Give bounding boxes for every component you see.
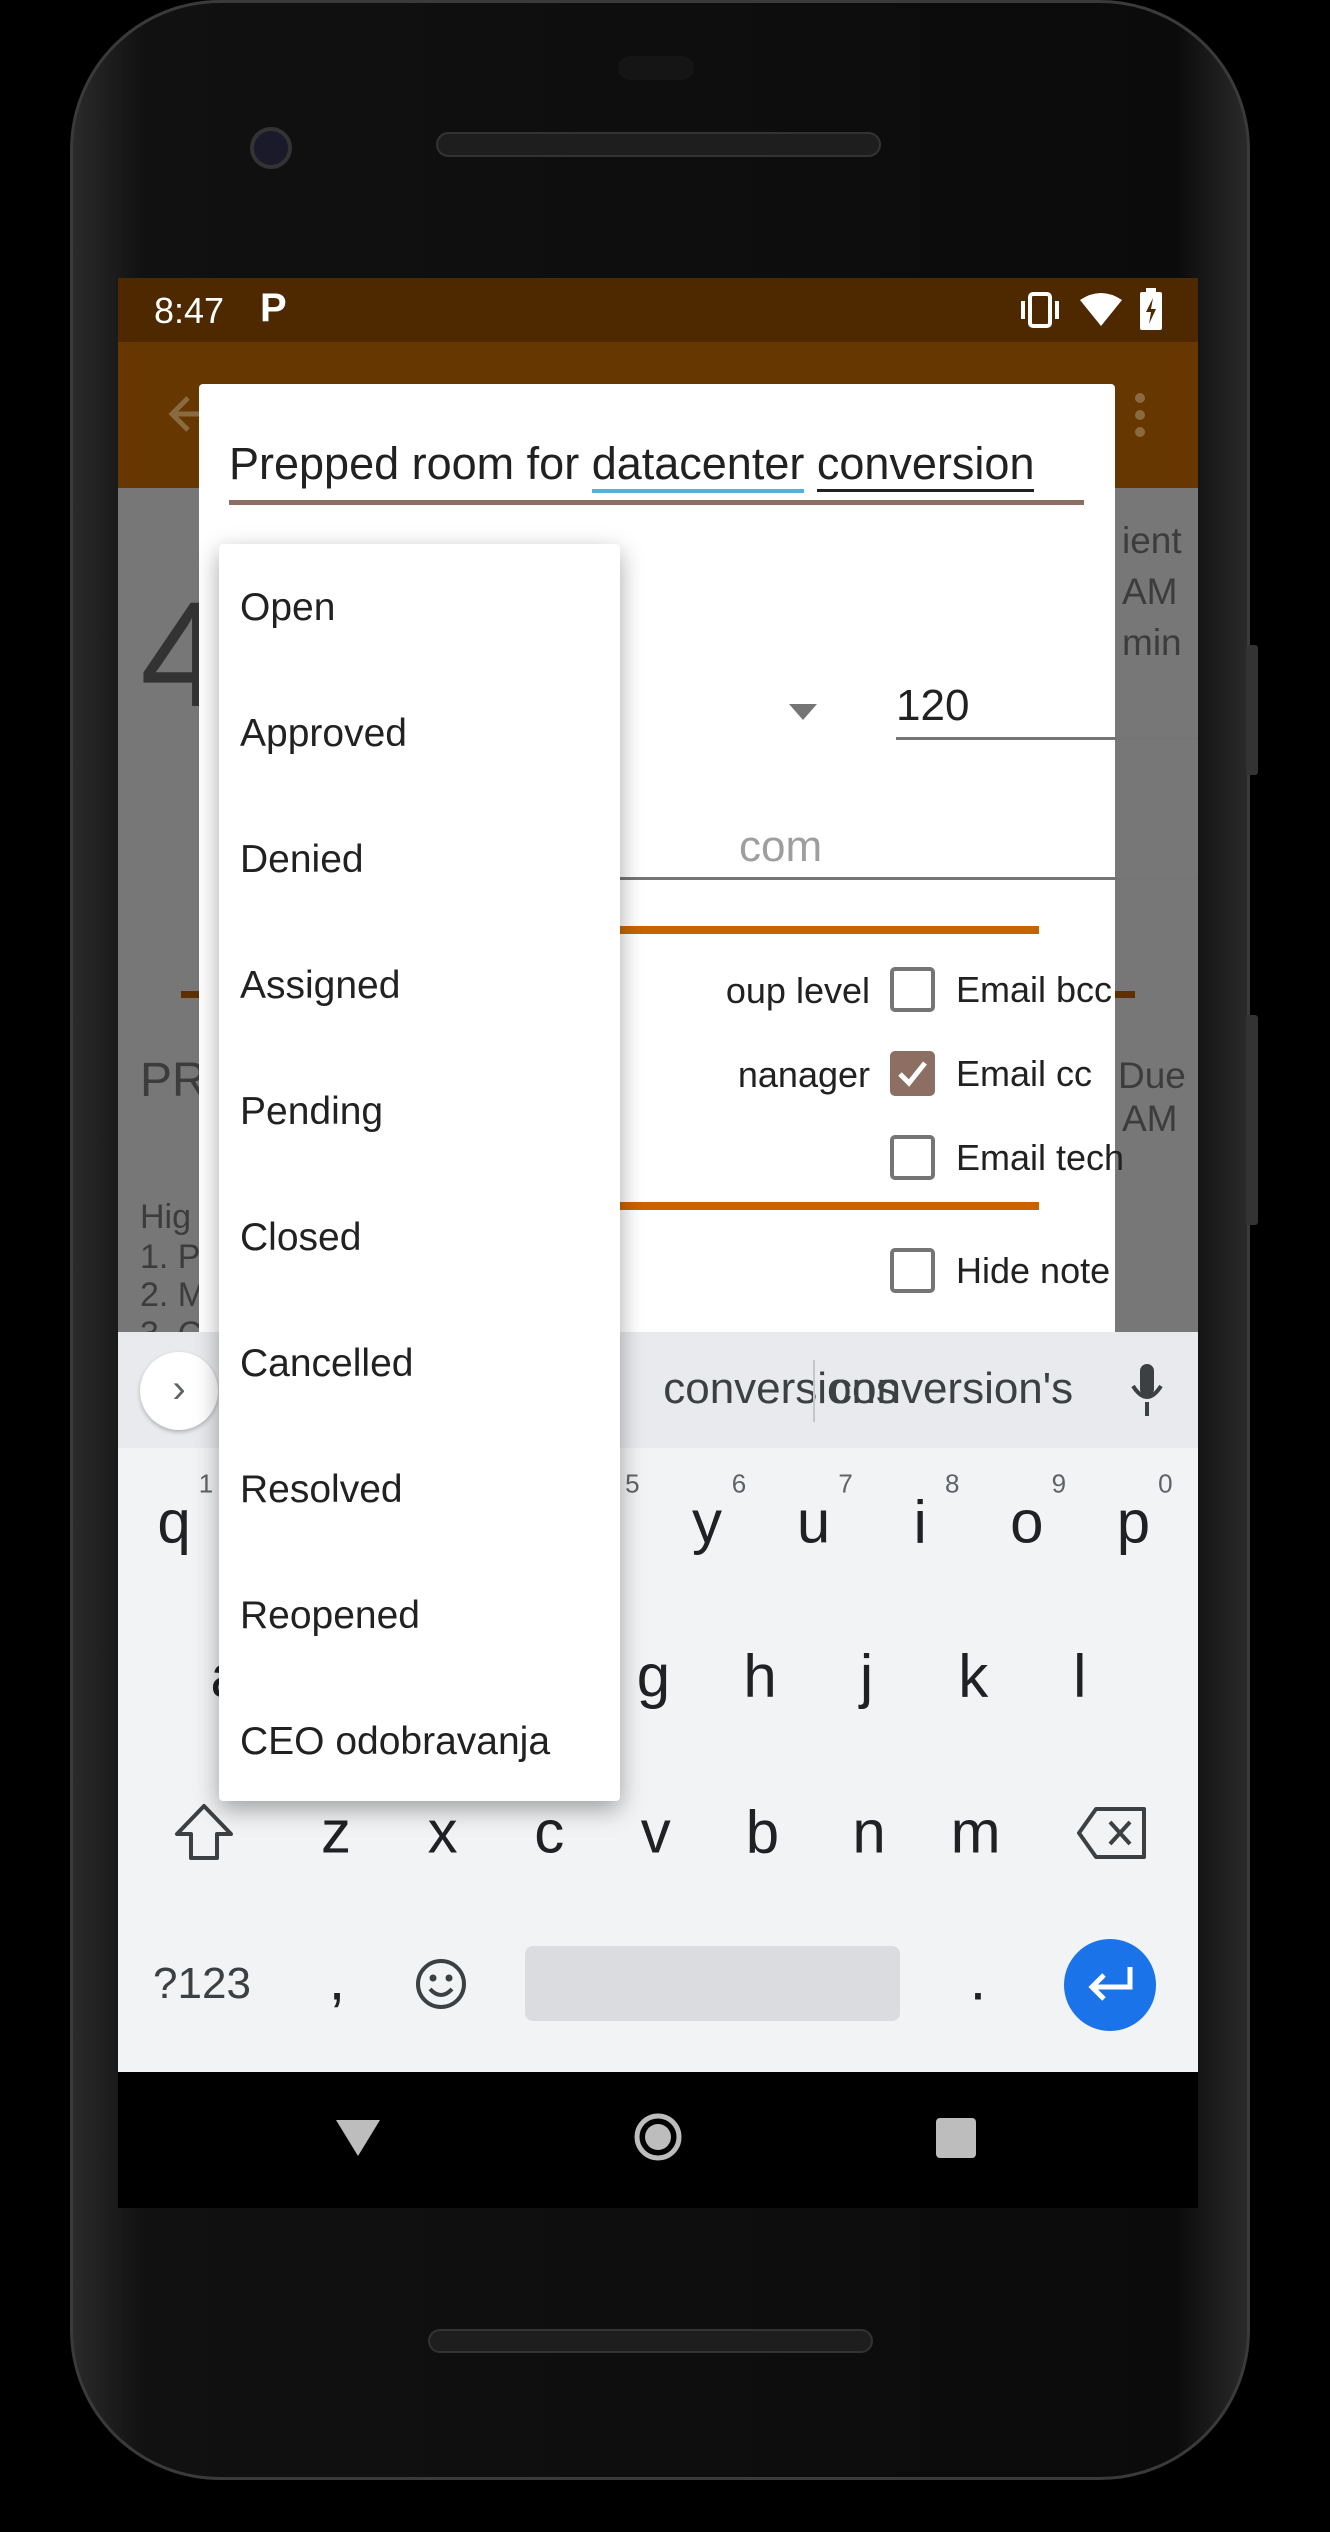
key-x[interactable]: x	[428, 1798, 458, 1867]
dropdown-option[interactable]: CEO odobravanja	[240, 1720, 550, 1764]
note-input[interactable]: Prepped room for datacenter conversion	[229, 438, 1035, 493]
note-text: Prepped room for	[229, 438, 592, 489]
due-time: AM	[1122, 1098, 1178, 1139]
key-l[interactable]: l	[1073, 1642, 1086, 1711]
due-label: Due	[1118, 1055, 1186, 1096]
key-c[interactable]: c	[534, 1798, 564, 1867]
minutes-label: min	[1122, 622, 1182, 663]
key-hint: 8	[944, 1468, 960, 1499]
vibrate-icon	[1021, 292, 1059, 328]
key-hint: 7	[838, 1468, 853, 1499]
key-h[interactable]: h	[743, 1642, 776, 1711]
chevron-down-icon[interactable]	[789, 704, 817, 720]
status-time: 8:47	[154, 290, 225, 331]
key-hint: 6	[731, 1468, 747, 1499]
sensor	[618, 56, 694, 80]
checkbox-label: Email bcc	[956, 969, 1113, 1010]
dropdown-option[interactable]: Cancelled	[240, 1342, 413, 1386]
group-level-label: oup level	[725, 970, 870, 1011]
ticket-heading: PR	[140, 1054, 207, 1107]
checkbox[interactable]	[890, 1051, 935, 1096]
screen: 8:47 P 4 ient AM min PR Due AM Hig 1. P …	[118, 278, 1198, 2208]
client-label: ient	[1122, 520, 1182, 561]
check-icon	[898, 1061, 927, 1087]
time-label: AM	[1122, 571, 1178, 612]
dropdown-option[interactable]: Pending	[240, 1090, 383, 1134]
enter-icon	[1088, 1967, 1133, 2001]
key-p[interactable]: p	[1117, 1488, 1150, 1557]
desc-line: Hig	[140, 1198, 192, 1236]
key-y[interactable]: y	[692, 1488, 722, 1557]
key-v[interactable]: v	[641, 1798, 671, 1867]
dropdown-option[interactable]: Closed	[240, 1216, 361, 1260]
divider	[813, 1360, 815, 1422]
dropdown-option[interactable]: Reopened	[240, 1594, 420, 1638]
minutes-input[interactable]: 120	[896, 681, 969, 731]
checkbox-label: Hide note	[956, 1250, 1111, 1291]
suggestion[interactable]: conversion's	[830, 1364, 1073, 1414]
status-dropdown-menu: Open Approved Denied Assigned Pending Closed C…	[219, 544, 620, 1801]
note-space	[804, 438, 817, 489]
desc-line: 1. P	[140, 1238, 201, 1276]
key-k[interactable]: k	[958, 1642, 988, 1711]
back-triangle-icon[interactable]	[336, 2118, 380, 2158]
checkbox[interactable]	[890, 967, 935, 1012]
home-circle-icon[interactable]	[633, 2112, 683, 2162]
microphone-icon[interactable]	[1130, 1364, 1164, 1418]
key-b[interactable]: b	[746, 1798, 779, 1867]
key-u[interactable]: u	[797, 1488, 830, 1557]
status-bar: 8:47 P	[118, 278, 1198, 342]
section-divider	[619, 1202, 1039, 1210]
key-hint: 1	[198, 1468, 214, 1499]
minutes-underline	[896, 737, 1198, 740]
key-j[interactable]: j	[860, 1642, 873, 1711]
checkbox-label: Email cc	[956, 1053, 1093, 1094]
composing-word: conversion	[816, 438, 1035, 492]
comma-key[interactable]: ,	[329, 1945, 346, 2014]
manager-label: nanager	[737, 1054, 870, 1095]
section-divider	[619, 926, 1039, 934]
earpiece-speaker	[436, 132, 881, 157]
emoji-icon[interactable]	[414, 1957, 468, 2011]
checkbox-label: Email tech	[956, 1137, 1125, 1178]
dropdown-option[interactable]: Assigned	[240, 964, 400, 1008]
spell-word: datacenter	[591, 438, 805, 493]
period-key[interactable]: .	[970, 1945, 987, 2014]
note-underline	[229, 500, 1084, 505]
dropdown-option[interactable]: Denied	[240, 838, 364, 882]
volume-button	[1246, 1015, 1258, 1225]
desc-line: 2. M	[140, 1276, 207, 1314]
key-q[interactable]: q	[157, 1488, 190, 1557]
parking-p-icon: P	[260, 286, 287, 330]
dropdown-option[interactable]: Approved	[240, 712, 407, 756]
key-hint: 0	[1158, 1468, 1173, 1499]
wifi-icon	[1080, 293, 1122, 326]
bottom-speaker	[428, 2329, 873, 2353]
battery-charging-icon	[1140, 288, 1162, 330]
backspace-icon[interactable]	[1076, 1806, 1148, 1860]
email-underline	[619, 877, 1198, 880]
key-z[interactable]: z	[321, 1798, 351, 1867]
space-key[interactable]	[525, 1946, 900, 2021]
dropdown-option[interactable]: Resolved	[240, 1468, 403, 1512]
checkbox[interactable]	[890, 1135, 935, 1180]
key-o[interactable]: o	[1010, 1488, 1043, 1557]
email-input[interactable]: com	[739, 822, 822, 872]
symbols-key[interactable]: ?123	[153, 1959, 251, 2009]
shift-icon[interactable]	[173, 1802, 235, 1864]
key-m[interactable]: m	[951, 1798, 1001, 1867]
key-n[interactable]: n	[852, 1798, 885, 1867]
key-i[interactable]: i	[914, 1488, 927, 1557]
chevron-right-icon[interactable]: ›	[140, 1352, 218, 1430]
key-hint: 9	[1051, 1468, 1067, 1499]
front-camera	[250, 127, 292, 169]
more-vert-icon[interactable]	[1130, 392, 1150, 438]
checkbox[interactable]	[890, 1248, 935, 1293]
key-g[interactable]: g	[637, 1642, 670, 1711]
power-button	[1246, 645, 1258, 775]
key-hint: 5	[625, 1468, 640, 1499]
enter-key[interactable]	[1064, 1939, 1156, 2031]
recents-square-icon[interactable]	[936, 2118, 976, 2158]
dropdown-option[interactable]: Open	[240, 586, 335, 630]
